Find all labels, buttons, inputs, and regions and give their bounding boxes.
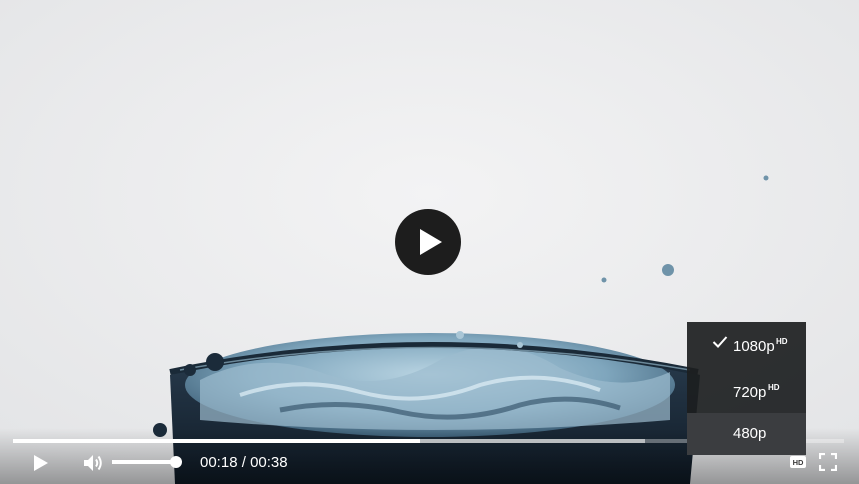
duration: 00:38 <box>250 454 288 471</box>
current-time: 00:18 <box>200 454 238 471</box>
time-display: 00:18 / 00:38 <box>200 454 288 471</box>
play-button[interactable] <box>28 450 54 476</box>
hd-badge: HD <box>768 383 780 392</box>
play-icon <box>34 455 48 471</box>
big-play-button[interactable] <box>395 209 461 275</box>
quality-option-1080p[interactable]: 1080p HD <box>687 322 806 364</box>
quality-menu: 1080p HD 720p HD 480p <box>687 322 806 455</box>
check-icon <box>712 336 728 348</box>
video-player[interactable]: 00:18 / 00:38 HD 1080p HD 720p HD 480p <box>0 0 859 484</box>
volume-handle[interactable] <box>170 456 182 468</box>
play-icon <box>420 229 442 255</box>
volume-slider[interactable] <box>112 456 182 468</box>
volume-button[interactable] <box>80 450 106 476</box>
fullscreen-button[interactable] <box>816 450 840 474</box>
hd-badge: HD <box>776 337 788 346</box>
fullscreen-icon <box>819 453 837 471</box>
progress-played <box>13 439 421 443</box>
quality-option-label: 720p <box>733 384 767 401</box>
quality-option-label: 1080p <box>733 338 775 355</box>
svg-text:HD: HD <box>793 458 804 467</box>
time-separator: / <box>241 454 246 471</box>
quality-option-480p[interactable]: 480p <box>687 413 806 455</box>
quality-option-label: 480p <box>733 425 767 442</box>
quality-option-720p[interactable]: 720p HD <box>687 368 806 410</box>
volume-level <box>112 460 176 464</box>
hd-icon: HD <box>790 456 806 468</box>
volume-icon <box>84 455 102 471</box>
